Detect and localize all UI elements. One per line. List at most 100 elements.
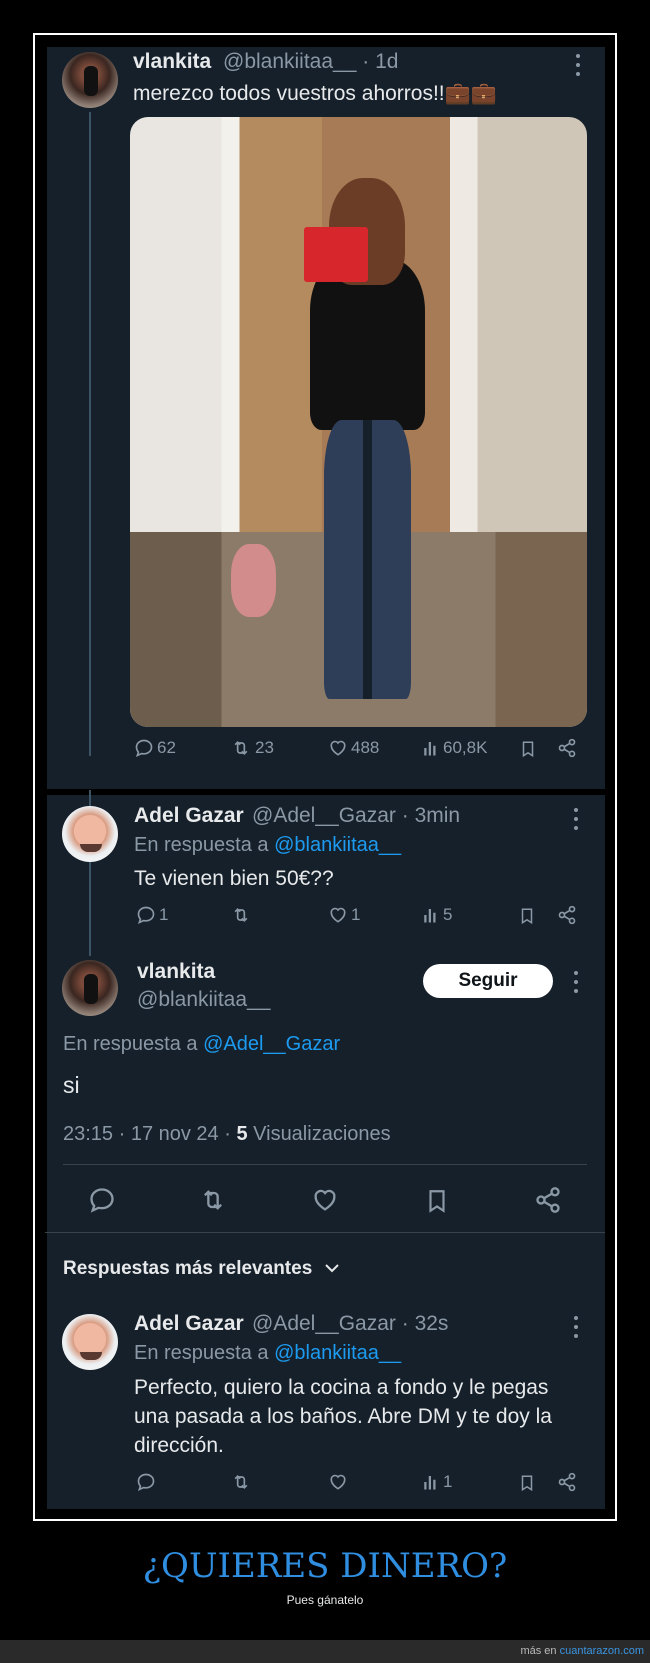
reply-line: una pasada a los baños. Abre DM y te doy…: [134, 1405, 552, 1428]
share-icon: [558, 905, 576, 925]
author-name[interactable]: Adel Gazar: [134, 1312, 244, 1336]
reply-text: Te vienen bien 50€??: [134, 867, 334, 890]
reply-icon: [135, 739, 153, 758]
bookmark-button[interactable]: [518, 905, 539, 927]
divider: [45, 1232, 605, 1233]
time-text: · 1d: [362, 50, 399, 73]
author-handle[interactable]: @Adel__Gazar · 3min: [252, 804, 460, 828]
retweet-icon: [204, 1190, 222, 1210]
rug: [230, 544, 277, 618]
avatar[interactable]: [62, 52, 118, 108]
meme-subtitle: Pues gánatelo: [286, 1593, 364, 1607]
retweet-icon: [234, 907, 248, 923]
big-retweet-button[interactable]: [198, 1186, 231, 1214]
retweet-button[interactable]: [230, 1472, 255, 1492]
author-handle[interactable]: @blankiitaa__: [137, 988, 270, 1012]
like-button[interactable]: [328, 1472, 351, 1492]
reply-to-line: En respuesta a @blankiitaa__: [134, 1342, 401, 1365]
author-name[interactable]: Adel Gazar: [134, 804, 244, 828]
views-button[interactable]: 5: [422, 905, 452, 925]
sort-dropdown[interactable]: Respuestas más relevantes: [63, 1254, 340, 1283]
tweet-timestamp[interactable]: 23:15 · 17 nov 24 · 5 Visualizaciones: [63, 1123, 391, 1146]
big-bookmark-button[interactable]: [424, 1186, 453, 1216]
timestamp-text: 23:15 · 17 nov 24 ·: [63, 1123, 231, 1145]
big-share-button[interactable]: [534, 1186, 565, 1214]
retweet-button[interactable]: [230, 905, 255, 925]
bookmark-button[interactable]: [518, 1472, 539, 1494]
like-icon: [314, 1189, 336, 1211]
reply-icon: [137, 1473, 155, 1492]
reply-to-line: En respuesta a @blankiitaa__: [134, 834, 401, 857]
reply-button[interactable]: 1: [136, 905, 168, 925]
retweet-icon: [234, 1474, 248, 1490]
share-icon: [558, 738, 576, 758]
credit-prefix: más en: [520, 1645, 557, 1657]
like-button[interactable]: 1: [328, 905, 360, 925]
sort-label: Respuestas más relevantes: [63, 1258, 313, 1279]
like-button[interactable]: 488: [328, 738, 379, 758]
reply-icon: [90, 1188, 114, 1213]
divider: [63, 1164, 587, 1165]
meme-title: ¿QUIERES DINERO?: [142, 1546, 508, 1586]
bookmark-button[interactable]: [519, 738, 540, 760]
like-icon: [330, 1474, 346, 1490]
handle-text: @Adel__Gazar: [252, 1312, 396, 1335]
phone: [303, 226, 368, 282]
time-text: · 3min: [401, 804, 461, 827]
views-count: 5: [443, 905, 453, 924]
site-link[interactable]: cuantarazon.com: [560, 1645, 644, 1657]
chevron-down-icon: [324, 1264, 339, 1273]
reply-text: Perfecto, quiero la cocina a fondo y le …: [134, 1373, 552, 1460]
reply-count: 62: [157, 738, 176, 757]
retweet-icon: [234, 740, 248, 756]
author-handle[interactable]: @blankiitaa__ · 1d: [223, 50, 398, 74]
more-icon[interactable]: [575, 54, 581, 76]
reply-prefix: En respuesta a: [134, 1342, 269, 1364]
reply-to-link[interactable]: @Adel__Gazar: [203, 1033, 340, 1055]
big-reply-button[interactable]: [88, 1186, 119, 1214]
reply-to-link[interactable]: @blankiitaa__: [274, 1342, 401, 1364]
main-tweet-text: si: [63, 1072, 80, 1098]
reply-line: dirección.: [134, 1434, 224, 1457]
bookmark-icon: [521, 908, 533, 925]
reply-icon: [137, 906, 155, 925]
more-icon[interactable]: [573, 971, 579, 993]
reply-to-link[interactable]: @blankiitaa__: [274, 834, 401, 856]
retweet-count: 23: [255, 738, 274, 757]
more-icon[interactable]: [573, 808, 579, 830]
retweet-button[interactable]: 23: [230, 738, 274, 758]
share-button[interactable]: [557, 738, 580, 758]
share-icon: [536, 1187, 560, 1213]
handle-text: @blankiitaa__: [223, 50, 357, 73]
bookmark-icon: [522, 741, 534, 758]
views-icon: [424, 1476, 436, 1490]
tweet-photo[interactable]: [130, 117, 587, 727]
author-name[interactable]: vlankita: [137, 960, 215, 984]
follow-button[interactable]: Seguir: [423, 964, 553, 998]
more-icon[interactable]: [573, 1316, 579, 1338]
author-handle[interactable]: @Adel__Gazar · 32s: [252, 1312, 448, 1336]
views-icon: [424, 909, 436, 923]
avatar[interactable]: [62, 960, 118, 1016]
reply-to-line: En respuesta a @Adel__Gazar: [63, 1033, 340, 1056]
share-button[interactable]: [557, 905, 580, 925]
author-name[interactable]: vlankita: [133, 50, 211, 74]
views-count: 60,8K: [443, 738, 488, 757]
reply-line: Perfecto, quiero la cocina a fondo y le …: [134, 1376, 549, 1399]
reply-button[interactable]: 62: [134, 738, 176, 758]
bookmark-icon: [429, 1190, 445, 1213]
views-button[interactable]: 1: [422, 1472, 452, 1492]
avatar[interactable]: [62, 1314, 118, 1370]
legs: [323, 419, 412, 699]
reply-prefix: En respuesta a: [63, 1033, 198, 1055]
thread-line-top: [89, 112, 91, 756]
like-count: 488: [351, 738, 380, 757]
reply-button[interactable]: [136, 1472, 159, 1492]
big-like-button[interactable]: [311, 1186, 342, 1214]
share-button[interactable]: [557, 1472, 580, 1492]
avatar[interactable]: [62, 806, 118, 862]
views-icon: [424, 742, 436, 756]
views-button[interactable]: 60,8K: [422, 738, 487, 758]
share-icon: [558, 1472, 576, 1492]
site-credit: más en cuantarazon.com: [520, 1645, 644, 1657]
